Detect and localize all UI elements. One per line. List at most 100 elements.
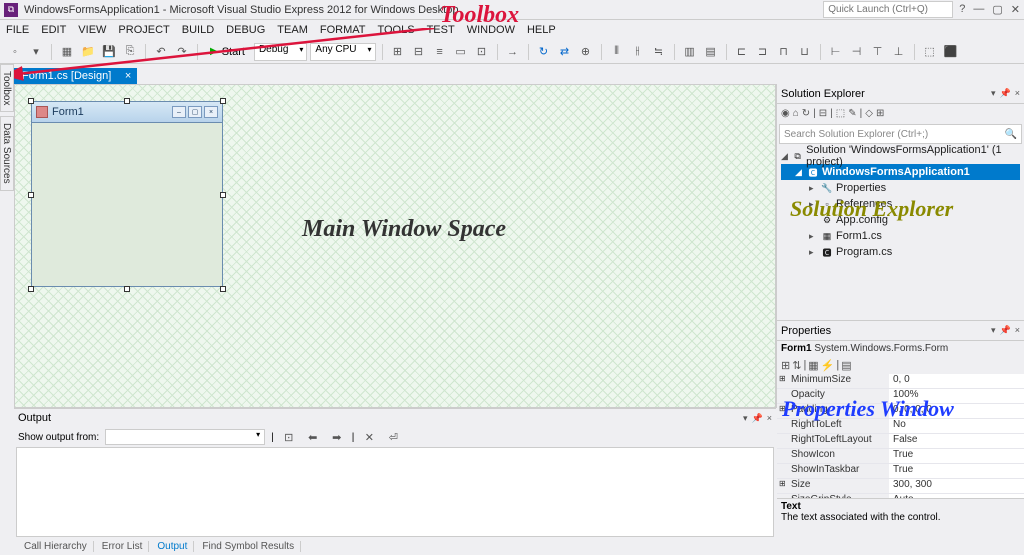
- home-icon[interactable]: ◉: [781, 108, 790, 119]
- refresh-icon[interactable]: ↻: [535, 43, 553, 61]
- properties-icon[interactable]: ✎: [848, 108, 856, 119]
- layout-icon[interactable]: ▤: [702, 43, 720, 61]
- tree-node-properties[interactable]: ▸🔧Properties: [781, 180, 1020, 196]
- prop-name[interactable]: ShowInTaskbar: [777, 464, 889, 478]
- redo-icon[interactable]: ↷: [173, 43, 191, 61]
- categorized-icon[interactable]: ⊞: [781, 359, 790, 372]
- menu-file[interactable]: FILE: [6, 24, 29, 36]
- menu-test[interactable]: TEST: [427, 24, 455, 36]
- pin-icon[interactable]: 📌: [1000, 88, 1011, 99]
- output-source-dropdown[interactable]: [105, 429, 265, 445]
- se-search-input[interactable]: Search Solution Explorer (Ctrl+;) 🔍: [779, 124, 1022, 144]
- props-icon[interactable]: ▦: [808, 359, 818, 372]
- home-icon[interactable]: ⌂: [793, 108, 799, 119]
- prop-name[interactable]: MinimumSize: [777, 374, 889, 388]
- nav-back-icon[interactable]: ◦: [6, 43, 24, 61]
- tb-icon[interactable]: ⊟: [410, 43, 428, 61]
- prop-value[interactable]: 0, 0: [889, 374, 1024, 388]
- menu-project[interactable]: PROJECT: [118, 24, 169, 36]
- menu-debug[interactable]: DEBUG: [226, 24, 265, 36]
- solution-node[interactable]: ◢⧉Solution 'WindowsFormsApplication1' (1…: [781, 148, 1020, 164]
- tree-node-references[interactable]: ▸▫References: [781, 196, 1020, 212]
- step-icon[interactable]: →: [504, 43, 522, 61]
- menu-view[interactable]: VIEW: [78, 24, 106, 36]
- tb-icon[interactable]: ⊞: [389, 43, 407, 61]
- events-icon[interactable]: ⚡: [821, 359, 835, 372]
- prop-value[interactable]: No: [889, 419, 1024, 433]
- tab-output[interactable]: Output: [151, 541, 194, 552]
- form-designer[interactable]: Form1 – ▢ ×: [14, 84, 776, 408]
- refresh-icon[interactable]: ↻: [802, 108, 810, 119]
- menu-edit[interactable]: EDIT: [41, 24, 66, 36]
- menu-window[interactable]: WINDOW: [467, 24, 515, 36]
- tab-error-list[interactable]: Error List: [96, 541, 150, 552]
- prop-name[interactable]: RightToLeft: [777, 419, 889, 433]
- prop-value[interactable]: False: [889, 434, 1024, 448]
- close-icon[interactable]: ×: [1015, 325, 1020, 336]
- center-icon[interactable]: ⊢: [827, 43, 845, 61]
- prop-name[interactable]: Padding: [777, 404, 889, 418]
- tb-icon[interactable]: ▭: [452, 43, 470, 61]
- dropdown-icon[interactable]: ▾: [991, 88, 996, 99]
- sidebar-data-sources[interactable]: Data Sources: [0, 116, 14, 191]
- save-icon[interactable]: 💾: [100, 43, 118, 61]
- prop-value[interactable]: True: [889, 449, 1024, 463]
- platform-dropdown[interactable]: Any CPU: [310, 43, 375, 61]
- align-icon[interactable]: ⫲: [629, 43, 647, 61]
- properties-grid[interactable]: MinimumSize0, 0Opacity100%Padding0, 0, 0…: [777, 374, 1024, 498]
- undo-icon[interactable]: ↶: [152, 43, 170, 61]
- layout-icon[interactable]: ▥: [681, 43, 699, 61]
- collapse-icon[interactable]: ⊟: [819, 108, 827, 119]
- dropdown-icon[interactable]: ▾: [743, 413, 748, 424]
- menu-team[interactable]: TEAM: [277, 24, 308, 36]
- tab-call-hierarchy[interactable]: Call Hierarchy: [18, 541, 94, 552]
- prop-name[interactable]: Size: [777, 479, 889, 493]
- tab-find-symbol[interactable]: Find Symbol Results: [196, 541, 301, 552]
- prop-value[interactable]: 300, 300: [889, 479, 1024, 493]
- prop-name[interactable]: RightToLeftLayout: [777, 434, 889, 448]
- help-icon[interactable]: ?: [959, 3, 965, 16]
- dropdown-icon[interactable]: ▾: [991, 325, 996, 336]
- prop-value[interactable]: 100%: [889, 389, 1024, 403]
- tab-form1-design[interactable]: Form1.cs [Design] ×: [14, 68, 137, 84]
- menu-help[interactable]: HELP: [527, 24, 556, 36]
- spacing-icon[interactable]: ⊐: [754, 43, 772, 61]
- pin-icon[interactable]: 📌: [1000, 325, 1011, 336]
- form-client-area[interactable]: [31, 123, 223, 287]
- wrap-icon[interactable]: ⏎: [384, 428, 402, 446]
- menu-tools[interactable]: TOOLS: [377, 24, 414, 36]
- nav-fwd-icon[interactable]: ▾: [27, 43, 45, 61]
- tab-close-icon[interactable]: ×: [125, 70, 131, 82]
- prev-icon[interactable]: ⬅: [304, 428, 322, 446]
- tb-icon[interactable]: ⊡: [473, 43, 491, 61]
- pin-icon[interactable]: 📌: [752, 413, 763, 424]
- center-icon[interactable]: ⊣: [848, 43, 866, 61]
- form1-design-surface[interactable]: Form1 – ▢ ×: [31, 101, 223, 289]
- properties-object[interactable]: Form1 System.Windows.Forms.Form: [777, 341, 1024, 356]
- spacing-icon[interactable]: ⊔: [796, 43, 814, 61]
- order-icon[interactable]: ⬛: [942, 43, 960, 61]
- quick-launch-input[interactable]: [823, 1, 953, 18]
- tree-node-program[interactable]: ▸🅲Program.cs: [781, 244, 1020, 260]
- prop-value[interactable]: True: [889, 464, 1024, 478]
- find-icon[interactable]: ⊡: [280, 428, 298, 446]
- prop-name[interactable]: Opacity: [777, 389, 889, 403]
- open-icon[interactable]: 📁: [79, 43, 97, 61]
- center-icon[interactable]: ⊥: [890, 43, 908, 61]
- spacing-icon[interactable]: ⊏: [733, 43, 751, 61]
- alphabetical-icon[interactable]: ⇅: [792, 359, 801, 372]
- start-button[interactable]: ▶ Start: [204, 43, 251, 61]
- save-all-icon[interactable]: ⎘: [121, 43, 139, 61]
- show-all-icon[interactable]: ⬚: [836, 108, 845, 119]
- tree-node-appconfig[interactable]: ⚙App.config: [781, 212, 1020, 228]
- spacing-icon[interactable]: ⊓: [775, 43, 793, 61]
- new-project-icon[interactable]: ▦: [58, 43, 76, 61]
- order-icon[interactable]: ⬚: [921, 43, 939, 61]
- menu-build[interactable]: BUILD: [182, 24, 214, 36]
- preview-icon[interactable]: ◇: [865, 108, 873, 119]
- center-icon[interactable]: ⊤: [869, 43, 887, 61]
- close-icon[interactable]: ✕: [1011, 3, 1020, 16]
- config-dropdown[interactable]: Debug: [254, 43, 307, 61]
- prop-name[interactable]: SizeGripStyle: [777, 494, 889, 498]
- sync-icon[interactable]: ⇄: [556, 43, 574, 61]
